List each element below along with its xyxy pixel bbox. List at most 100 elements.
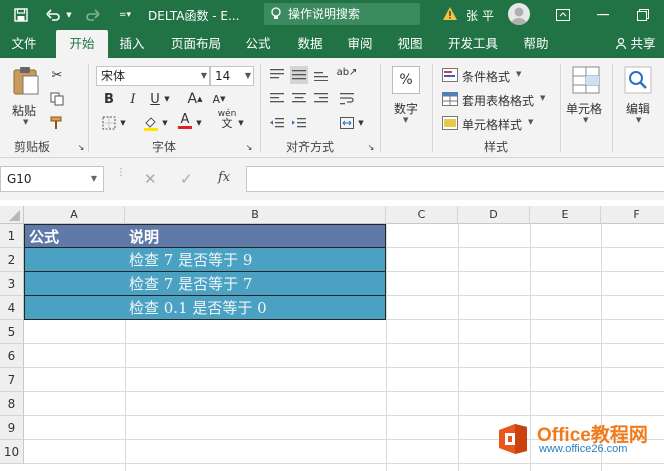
format-as-table-button[interactable]: 套用表格格式 ▼ bbox=[442, 90, 552, 108]
cell-b2[interactable]: 检查 7 是否等于 9 bbox=[125, 248, 386, 272]
enter-icon[interactable]: ✓ bbox=[180, 170, 193, 188]
increase-font-label: A bbox=[187, 91, 198, 107]
cell-a4[interactable] bbox=[24, 296, 126, 320]
cells-button[interactable]: 单元格 ▼ bbox=[566, 66, 606, 132]
tab-view[interactable]: 视图 bbox=[388, 30, 432, 58]
number-format-button[interactable]: % 数字 ▼ bbox=[388, 66, 424, 132]
bold-button[interactable]: B bbox=[100, 90, 118, 108]
column-header-c[interactable]: C bbox=[386, 206, 458, 224]
tab-page-layout[interactable]: 页面布局 bbox=[164, 30, 228, 58]
align-right-icon[interactable] bbox=[312, 90, 330, 108]
tab-data[interactable]: 数据 bbox=[288, 30, 332, 58]
conditional-formatting-button[interactable]: 条件格式 ▼ bbox=[442, 66, 552, 84]
name-box[interactable]: G10 ▼ bbox=[0, 166, 104, 192]
font-size-select[interactable]: 14 ▼ bbox=[210, 66, 254, 86]
column-header-e[interactable]: E bbox=[530, 206, 601, 224]
share-button[interactable]: 共享 bbox=[606, 30, 664, 58]
column-header-f[interactable]: F bbox=[601, 206, 664, 224]
dialog-launcher-icon[interactable]: ↘ bbox=[76, 138, 86, 156]
font-color-dropdown-icon[interactable]: ▼ bbox=[194, 114, 204, 132]
undo-icon[interactable] bbox=[42, 4, 64, 26]
cell-a1[interactable]: 公式 bbox=[24, 224, 126, 248]
editing-button[interactable]: 编辑 ▼ bbox=[620, 66, 660, 132]
cancel-icon[interactable]: ✕ bbox=[144, 170, 157, 188]
decrease-font-button[interactable]: A ▼ bbox=[210, 90, 228, 108]
decrease-indent-icon[interactable] bbox=[268, 114, 286, 132]
row-header-8[interactable]: 8 bbox=[0, 392, 24, 416]
font-color-icon[interactable]: A bbox=[176, 112, 194, 130]
search-input[interactable]: 操作说明搜索 bbox=[264, 3, 420, 25]
restore-icon[interactable] bbox=[632, 4, 654, 26]
warning-icon[interactable] bbox=[442, 6, 458, 22]
format-as-table-label: 套用表格格式 bbox=[462, 94, 535, 108]
align-middle-icon[interactable] bbox=[290, 66, 308, 84]
minimize-icon[interactable] bbox=[592, 4, 614, 26]
gridline bbox=[386, 224, 387, 471]
format-painter-icon[interactable] bbox=[48, 114, 66, 132]
row-header-4[interactable]: 4 bbox=[0, 296, 24, 320]
borders-icon[interactable] bbox=[100, 114, 118, 132]
align-top-icon[interactable] bbox=[268, 66, 286, 84]
copy-icon[interactable] bbox=[48, 90, 66, 108]
merge-dropdown-icon[interactable]: ▼ bbox=[356, 114, 366, 132]
align-center-icon[interactable] bbox=[290, 90, 308, 108]
dialog-launcher-icon[interactable]: ↘ bbox=[244, 138, 254, 156]
save-icon[interactable] bbox=[10, 4, 32, 26]
row-header-1[interactable]: 1 bbox=[0, 224, 24, 248]
cell-b3[interactable]: 检查 7 是否等于 7 bbox=[125, 272, 386, 296]
tab-insert[interactable]: 插入 bbox=[110, 30, 154, 58]
tab-file[interactable]: 文件 bbox=[2, 30, 46, 58]
cell-styles-button[interactable]: 单元格样式 ▼ bbox=[442, 114, 552, 132]
insert-function-button[interactable]: fx bbox=[218, 170, 230, 185]
cell-b4[interactable]: 检查 0.1 是否等于 0 bbox=[125, 296, 386, 320]
column-header-d[interactable]: D bbox=[458, 206, 530, 224]
customize-qat-icon[interactable]: =▾ bbox=[114, 4, 136, 26]
italic-button[interactable]: I bbox=[124, 90, 142, 108]
cell-a3[interactable] bbox=[24, 272, 126, 296]
align-left-icon[interactable] bbox=[268, 90, 286, 108]
wrap-text-icon[interactable] bbox=[338, 90, 356, 108]
select-all-button[interactable] bbox=[0, 206, 24, 224]
row-header-10[interactable]: 10 bbox=[0, 440, 24, 464]
row-header-2[interactable]: 2 bbox=[0, 248, 24, 272]
avatar[interactable] bbox=[508, 3, 530, 25]
font-name-select[interactable]: 宋体 ▼ bbox=[96, 66, 210, 86]
increase-font-button[interactable]: A ▲ bbox=[186, 90, 204, 108]
cell-b1[interactable]: 说明 bbox=[125, 224, 386, 248]
align-bottom-icon[interactable] bbox=[312, 66, 330, 84]
drag-handle-icon[interactable]: ⋮ bbox=[116, 168, 126, 188]
fill-color-dropdown-icon[interactable]: ▼ bbox=[160, 114, 170, 132]
redo-icon[interactable] bbox=[82, 4, 104, 26]
tab-formulas[interactable]: 公式 bbox=[236, 30, 280, 58]
orientation-icon[interactable]: ab↗ bbox=[337, 64, 358, 82]
gridline bbox=[24, 367, 664, 368]
cell-a2[interactable] bbox=[24, 248, 126, 272]
formula-input[interactable] bbox=[246, 166, 664, 192]
fill-color-icon[interactable] bbox=[142, 114, 160, 132]
column-header-a[interactable]: A bbox=[24, 206, 125, 224]
underline-dropdown-icon[interactable]: ▼ bbox=[162, 90, 172, 108]
increase-indent-icon[interactable] bbox=[290, 114, 308, 132]
user-name[interactable]: 张平 bbox=[466, 7, 498, 24]
cut-icon[interactable]: ✂ bbox=[48, 66, 66, 84]
row-header-3[interactable]: 3 bbox=[0, 272, 24, 296]
undo-dropdown-icon[interactable]: ▼ bbox=[64, 4, 74, 26]
conditional-format-label: 条件格式 bbox=[462, 70, 511, 84]
tab-home[interactable]: 开始 bbox=[56, 30, 108, 58]
tab-help[interactable]: 帮助 bbox=[514, 30, 558, 58]
paste-button[interactable]: 粘贴 ▼ bbox=[8, 66, 46, 126]
row-header-5[interactable]: 5 bbox=[0, 320, 24, 344]
borders-dropdown-icon[interactable]: ▼ bbox=[118, 114, 128, 132]
row-header-9[interactable]: 9 bbox=[0, 416, 24, 440]
phonetic-dropdown-icon[interactable]: ▼ bbox=[236, 114, 246, 132]
column-header-b[interactable]: B bbox=[125, 206, 386, 224]
row-header-6[interactable]: 6 bbox=[0, 344, 24, 368]
phonetic-guide-icon[interactable]: wén 文 bbox=[218, 109, 237, 129]
tab-developer[interactable]: 开发工具 bbox=[442, 30, 504, 58]
dialog-launcher-icon[interactable]: ↘ bbox=[366, 138, 376, 156]
tab-review[interactable]: 审阅 bbox=[338, 30, 382, 58]
cell-style-icon bbox=[442, 116, 458, 130]
row-header-7[interactable]: 7 bbox=[0, 368, 24, 392]
merge-center-icon[interactable] bbox=[338, 114, 356, 132]
ribbon-display-icon[interactable] bbox=[552, 4, 574, 26]
